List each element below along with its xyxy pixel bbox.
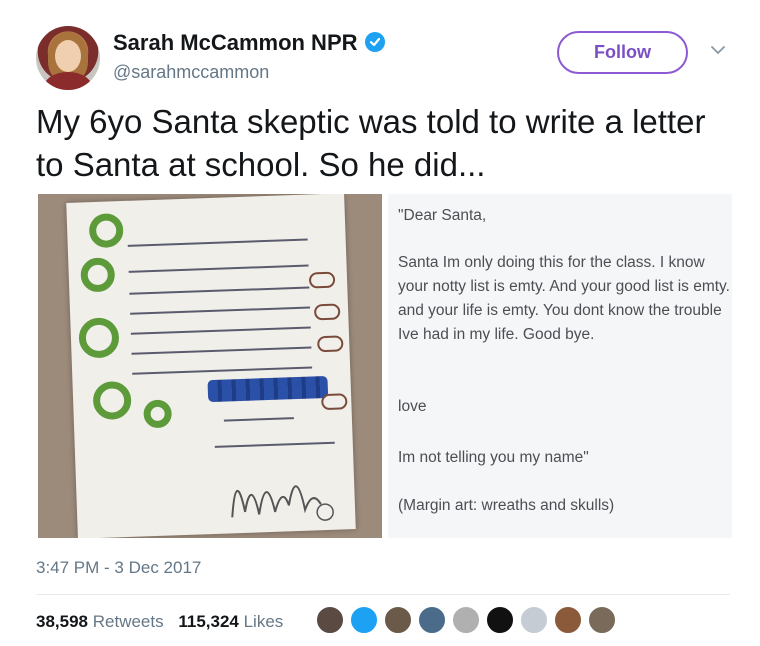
liker-avatar[interactable] <box>485 605 515 635</box>
transcript-closing: love <box>398 398 427 415</box>
liker-avatar[interactable] <box>383 605 413 635</box>
transcript-margin-note: (Margin art: wreaths and skulls) <box>398 497 615 514</box>
transcript-greeting: "Dear Santa, <box>398 207 487 224</box>
liker-avatar[interactable] <box>587 605 617 635</box>
liker-avatar[interactable] <box>417 605 447 635</box>
tweet-media[interactable]: "Dear Santa, Santa Im only doing this fo… <box>38 194 732 538</box>
letter-photo[interactable] <box>38 194 382 538</box>
chevron-down-icon[interactable] <box>711 43 725 57</box>
retweets-stat[interactable]: 38,598 Retweets <box>36 612 164 631</box>
author-handle[interactable]: @sarahmccammon <box>113 62 269 83</box>
liker-avatar[interactable] <box>349 605 379 635</box>
follow-button[interactable]: Follow <box>557 31 688 74</box>
transcript-signature: Im not telling you my name" <box>398 449 589 466</box>
liker-avatar[interactable] <box>519 605 549 635</box>
divider <box>36 594 730 595</box>
likes-stat[interactable]: 115,324 Likes <box>178 612 283 631</box>
liker-avatar[interactable] <box>315 605 345 635</box>
liker-avatar[interactable] <box>451 605 481 635</box>
tweet-text: My 6yo Santa skeptic was told to write a… <box>36 103 706 183</box>
tweet-stats: 38,598 Retweets 115,324 Likes <box>36 612 293 632</box>
liker-avatar[interactable] <box>553 605 583 635</box>
transcript-body: Santa Im only doing this for the class. … <box>398 254 730 343</box>
avatar[interactable] <box>36 26 100 90</box>
letter-transcript: "Dear Santa, Santa Im only doing this fo… <box>388 194 732 538</box>
handwritten-letter <box>66 194 356 538</box>
tweet-timestamp[interactable]: 3:47 PM - 3 Dec 2017 <box>36 558 201 578</box>
author-name[interactable]: Sarah McCammon NPR <box>113 30 358 56</box>
tweet-card: Sarah McCammon NPR @sarahmccammon Follow… <box>0 0 760 646</box>
verified-badge-icon <box>365 32 385 52</box>
